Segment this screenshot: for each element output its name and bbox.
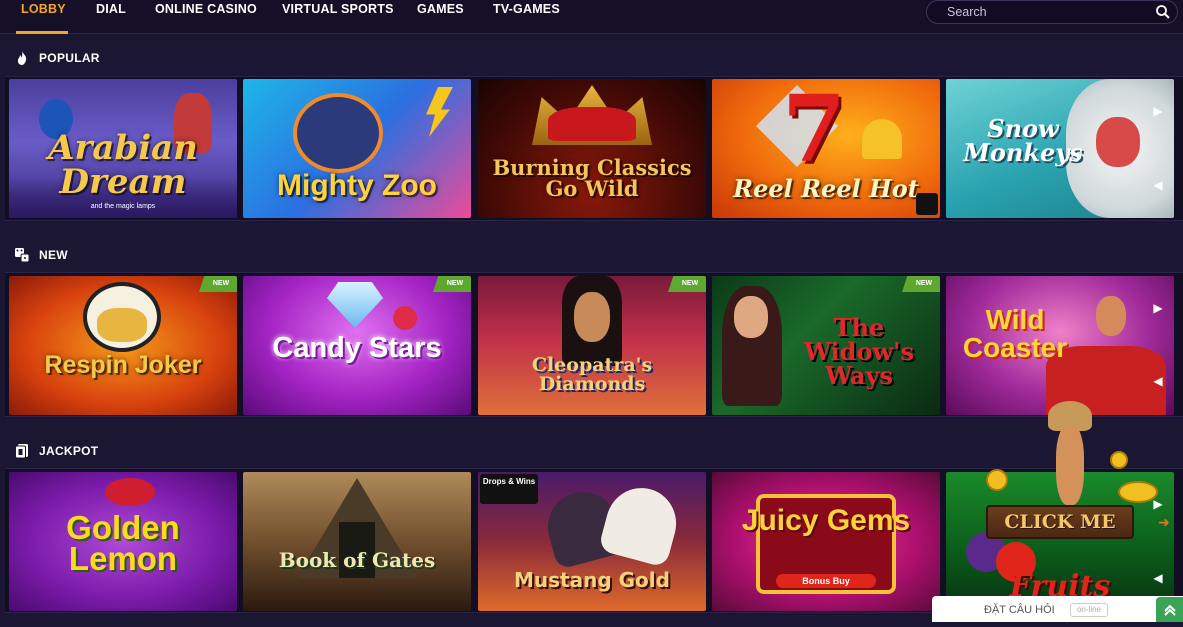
game-tile-book-of-gates[interactable]: Book of Gates (243, 472, 471, 611)
nav-item-dial[interactable]: DIAL (96, 2, 126, 16)
game-title: Book of Gates (278, 548, 436, 572)
scroll-left-arrow[interactable]: ◀ (1151, 178, 1165, 192)
new-badge: NEW (902, 276, 940, 292)
chat-widget[interactable]: ĐẶT CÂU HỎI on-line (932, 596, 1183, 622)
section-popular: POPULAR Arabian Dream and the magic lamp… (0, 35, 1183, 230)
game-title: Reel Reel Hot (733, 174, 919, 203)
coin-pile-icon (1118, 481, 1158, 503)
section-header: JACKPOT (14, 441, 98, 461)
game-subtitle: and the magic lamps (90, 203, 156, 210)
game-title: Golden Lemon (66, 509, 180, 578)
bonus-buy-label: Bonus Buy (776, 574, 876, 588)
section-title: POPULAR (39, 51, 100, 65)
game-title: Snow Monkeys (963, 114, 1083, 167)
search-input[interactable] (947, 3, 1147, 21)
game-tile-juicy-gems[interactable]: Juicy Gems Bonus Buy (712, 472, 940, 611)
game-tile-widows-ways[interactable]: The Widow's Ways NEW (712, 276, 940, 415)
game-title: Mustang Gold (514, 568, 670, 592)
chat-status-badge: on-line (1070, 603, 1108, 617)
top-navigation: LOBBY DIAL ONLINE CASINO VIRTUAL SPORTS … (0, 0, 1183, 34)
game-tile-reel-reel-hot[interactable]: 7 Reel Reel Hot (712, 79, 940, 218)
game-tile-cleopatras-diamonds[interactable]: Cleopatra's Diamonds NEW (478, 276, 706, 415)
scroll-right-arrow[interactable]: ▶ (1151, 104, 1165, 118)
click-me-sign[interactable]: CLICK ME (986, 505, 1134, 539)
cards-icon (15, 444, 28, 459)
game-tile-mustang-gold[interactable]: Drops & Wins Mustang Gold (478, 472, 706, 611)
search-box (926, 0, 1178, 24)
nav-item-virtual-sports[interactable]: VIRTUAL SPORTS (282, 2, 394, 16)
game-tile-arabian-dream[interactable]: Arabian Dream and the magic lamps (9, 79, 237, 218)
game-title: The Widow's Ways (804, 313, 914, 390)
dice-icon (15, 248, 30, 263)
game-title: Mighty Zoo (277, 169, 437, 202)
arrow-right-icon: ➜ (1158, 514, 1170, 530)
chevron-up-icon (1163, 604, 1176, 616)
game-title: Burning Classics Go Wild (492, 155, 692, 201)
flame-icon (17, 51, 27, 65)
game-title: Juicy Gems (741, 504, 911, 537)
game-title: Cleopatra's Diamonds (531, 354, 653, 395)
coin-icon (1110, 451, 1128, 469)
game-tile-snow-monkeys[interactable]: Snow Monkeys (946, 79, 1174, 218)
drops-wins-badge: Drops & Wins (480, 474, 538, 504)
game-title: Candy Stars (272, 332, 442, 364)
game-title: Arabian Dream (48, 128, 198, 202)
chat-label: ĐẶT CÂU HỎI (984, 604, 1055, 616)
scroll-right-arrow[interactable]: ▶ (1151, 301, 1165, 315)
nav-item-online-casino[interactable]: ONLINE CASINO (155, 2, 257, 16)
game-tile-respin-joker[interactable]: Respin Joker NEW (9, 276, 237, 415)
scroll-left-arrow[interactable]: ◀ (1151, 374, 1165, 388)
nav-item-games[interactable]: GAMES (417, 2, 464, 16)
new-badge: NEW (433, 276, 471, 292)
chat-expand-button[interactable] (1156, 597, 1183, 622)
new-badge: NEW (668, 276, 706, 292)
active-tab-indicator (16, 31, 68, 34)
coin-icon (986, 469, 1008, 491)
nav-item-tv-games[interactable]: TV-GAMES (493, 2, 560, 16)
section-title: NEW (39, 248, 68, 262)
section-header: NEW (14, 245, 68, 265)
click-me-promo[interactable]: CLICK ME ➜ (978, 395, 1183, 595)
nav-item-lobby[interactable]: LOBBY (21, 2, 66, 16)
game-tile-candy-stars[interactable]: Candy Stars NEW (243, 276, 471, 415)
game-title: Respin Joker (44, 351, 202, 379)
new-badge: NEW (199, 276, 237, 292)
game-tile-burning-classics[interactable]: Burning Classics Go Wild (478, 79, 706, 218)
section-title: JACKPOT (39, 444, 99, 458)
section-header: POPULAR (14, 48, 100, 68)
game-title: Wild Coaster (962, 304, 1068, 363)
search-icon[interactable] (1155, 4, 1171, 20)
game-tile-golden-lemon[interactable]: Golden Lemon (9, 472, 237, 611)
game-tile-mighty-zoo[interactable]: Mighty Zoo (243, 79, 471, 218)
